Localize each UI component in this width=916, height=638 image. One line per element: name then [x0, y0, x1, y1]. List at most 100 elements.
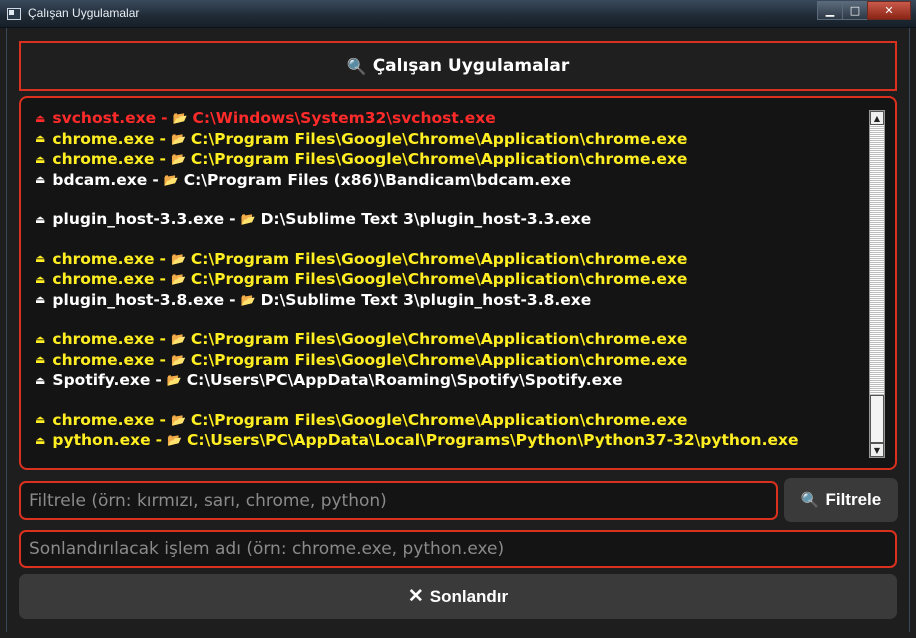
separator: - [152, 170, 159, 189]
terminate-button-label: Sonlandır [429, 586, 509, 606]
separator: - [155, 371, 162, 390]
list-item[interactable]: ⏏ chrome.exe - 📂 C:\Program Files\Google\Chr… [35, 129, 865, 150]
list-item[interactable]: ⏏ chrome.exe - 📂 C:\Program Files\Google\Chr… [35, 269, 865, 290]
list-item[interactable]: ⏏ chrome.exe - 📂 C:\Program Files\Google\Chr… [35, 350, 865, 371]
separator: - [159, 330, 166, 349]
folder-icon: 📂 [170, 251, 186, 266]
list-item[interactable]: ⏏ plugin_host-3.8.exe - 📂 D:\Sublime Text 3\… [35, 290, 865, 311]
folder-icon: 📂 [167, 433, 183, 448]
process-path: C:\Users\PC\AppData\Local\Programs\Pytho… [187, 431, 799, 450]
list-item[interactable]: ⏏ chrome.exe - 📂 C:\Program Files\Google\Chr… [35, 249, 865, 270]
list-item[interactable]: ⏏ plugin_host-3.3.exe - 📂 D:\Sublime Text 3\… [35, 209, 865, 230]
eject-icon: ⏏ [35, 173, 46, 187]
vertical-scrollbar[interactable]: ▲ ▼ [869, 110, 885, 458]
title-bar: Çalışan Uygulamalar ▁ □ ✕ [0, 0, 916, 28]
process-path: C:\Program Files\Google\Chrome\Applicati… [190, 249, 688, 268]
filter-button-label: Filtrele [825, 490, 882, 509]
process-name: bdcam.exe [52, 170, 148, 189]
eject-icon: ⏏ [35, 252, 46, 266]
process-path: C:\Program Files\Google\Chrome\Applicati… [190, 129, 688, 148]
list-item[interactable]: ⏏ chrome.exe - 📂 C:\Program Files\Google\Chr… [35, 329, 865, 350]
separator: - [229, 210, 236, 229]
magnifier-icon: 🔍 [800, 492, 820, 509]
separator: - [229, 290, 236, 309]
window-title: Çalışan Uygulamalar [28, 6, 140, 20]
folder-icon: 📂 [166, 373, 182, 388]
process-path: C:\Program Files\Google\Chrome\Applicati… [190, 350, 688, 369]
process-name: chrome.exe [52, 330, 155, 349]
list-item[interactable]: ⏏ bdcam.exe - 📂 C:\Program Files (x86)\Bandi… [35, 170, 865, 191]
page-title: Çalışan Uygulamalar [372, 56, 570, 76]
close-button[interactable]: ✕ [867, 1, 911, 20]
terminate-process-input[interactable] [19, 530, 897, 568]
separator: - [159, 129, 166, 148]
process-name: svchost.exe [52, 109, 157, 128]
process-path: C:\Program Files\Google\Chrome\Applicati… [190, 150, 688, 169]
folder-icon: 📂 [170, 332, 186, 347]
process-path: D:\Sublime Text 3\plugin_host-3.8.exe [260, 290, 592, 309]
list-item[interactable]: ⏏ chrome.exe - 📂 C:\Program Files\Google\Chr… [35, 149, 865, 170]
process-name: chrome.exe [52, 410, 155, 429]
window-controls: ▁ □ ✕ [817, 1, 911, 20]
eject-icon: ⏏ [35, 413, 46, 427]
scrollbar-thumb[interactable] [870, 395, 884, 443]
list-item[interactable]: ⏏ python.exe - 📂 C:\Users\PC\AppData\Local\P… [35, 430, 865, 451]
eject-icon: ⏏ [35, 293, 46, 307]
process-name: chrome.exe [52, 150, 155, 169]
page-header: 🔍 Çalışan Uygulamalar [19, 41, 897, 91]
minimize-button[interactable]: ▁ [817, 1, 843, 20]
process-name: chrome.exe [52, 249, 155, 268]
process-path: C:\Windows\System32\svchost.exe [192, 109, 496, 128]
folder-icon: 📂 [172, 111, 188, 126]
list-item[interactable]: ⏏ chrome.exe - 📂 C:\Program Files\Google\Chr… [35, 410, 865, 431]
process-path: C:\Program Files (x86)\Bandicam\bdcam.ex… [183, 170, 572, 189]
folder-icon: 📂 [170, 412, 186, 427]
list-item[interactable]: ⏏ svchost.exe - 📂 C:\Windows\System32\svchos… [35, 108, 865, 129]
eject-icon: ⏏ [35, 272, 46, 286]
scroll-down-arrow-icon[interactable]: ▼ [870, 443, 884, 457]
separator: - [161, 109, 168, 128]
process-path: C:\Program Files\Google\Chrome\Applicati… [190, 270, 688, 289]
separator: - [159, 270, 166, 289]
process-name: chrome.exe [52, 270, 155, 289]
eject-icon: ⏏ [35, 373, 46, 387]
process-name: Spotify.exe [52, 371, 151, 390]
folder-icon: 📂 [170, 272, 186, 287]
scroll-up-arrow-icon[interactable]: ▲ [870, 111, 884, 125]
folder-icon: 📂 [240, 292, 256, 307]
separator: - [159, 150, 166, 169]
process-path: C:\Program Files\Google\Chrome\Applicati… [190, 410, 688, 429]
list-item[interactable]: ⏏ Spotify.exe - 📂 C:\Users\PC\AppData\Roamin… [35, 370, 865, 391]
folder-icon: 📂 [170, 131, 186, 146]
eject-icon: ⏏ [35, 353, 46, 367]
process-path: C:\Program Files\Google\Chrome\Applicati… [190, 330, 688, 349]
filter-button[interactable]: 🔍 Filtrele [784, 478, 898, 522]
process-name: chrome.exe [52, 350, 155, 369]
separator: - [159, 350, 166, 369]
filter-input[interactable] [19, 481, 778, 520]
folder-icon: 📂 [170, 152, 186, 167]
process-listbox[interactable]: ⏏ svchost.exe - 📂 C:\Windows\System32\svchos… [19, 96, 897, 470]
eject-icon: ⏏ [35, 111, 46, 125]
process-list: ⏏ svchost.exe - 📂 C:\Windows\System32\svchos… [35, 108, 865, 451]
process-name: plugin_host-3.3.exe [52, 210, 225, 229]
folder-icon: 📂 [240, 212, 256, 227]
magnifier-icon: 🔍 [346, 56, 367, 76]
process-name: python.exe [52, 431, 151, 450]
folder-icon: 📂 [170, 352, 186, 367]
eject-icon: ⏏ [35, 212, 46, 226]
separator: - [155, 431, 163, 450]
process-name: chrome.exe [52, 129, 155, 148]
terminate-button[interactable]: ✕ Sonlandır [19, 574, 897, 619]
folder-icon: 📂 [163, 172, 179, 187]
eject-icon: ⏏ [35, 332, 46, 346]
process-name: plugin_host-3.8.exe [52, 290, 225, 309]
process-path: D:\Sublime Text 3\plugin_host-3.3.exe [260, 210, 592, 229]
eject-icon: ⏏ [35, 152, 46, 166]
close-x-icon: ✕ [407, 586, 424, 607]
maximize-button[interactable]: □ [842, 1, 868, 20]
process-path: C:\Users\PC\AppData\Roaming\Spotify\Spot… [186, 371, 623, 390]
